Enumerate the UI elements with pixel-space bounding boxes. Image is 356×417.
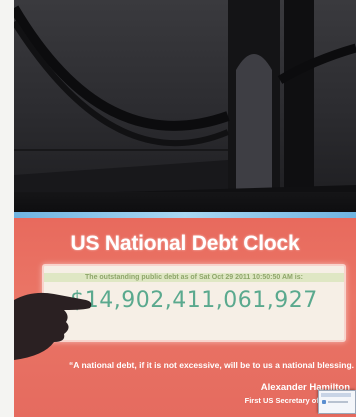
notification-popup-icon[interactable]: [318, 390, 356, 414]
pointing-hand: [14, 292, 92, 360]
bridge-illustration: [14, 0, 356, 200]
quote-author-role: First US Secretary of th: [244, 396, 328, 405]
photo-stage: US National Debt Clock The outstanding p…: [14, 0, 356, 417]
tower-arch: [236, 54, 272, 200]
bridge-photo: [14, 0, 356, 212]
tower-shadow: [284, 0, 314, 200]
debt-subtitle: The outstanding public debt as of Sat Oc…: [44, 273, 344, 282]
hand-silhouette: [14, 292, 92, 360]
page-title: US National Debt Clock: [70, 232, 300, 255]
